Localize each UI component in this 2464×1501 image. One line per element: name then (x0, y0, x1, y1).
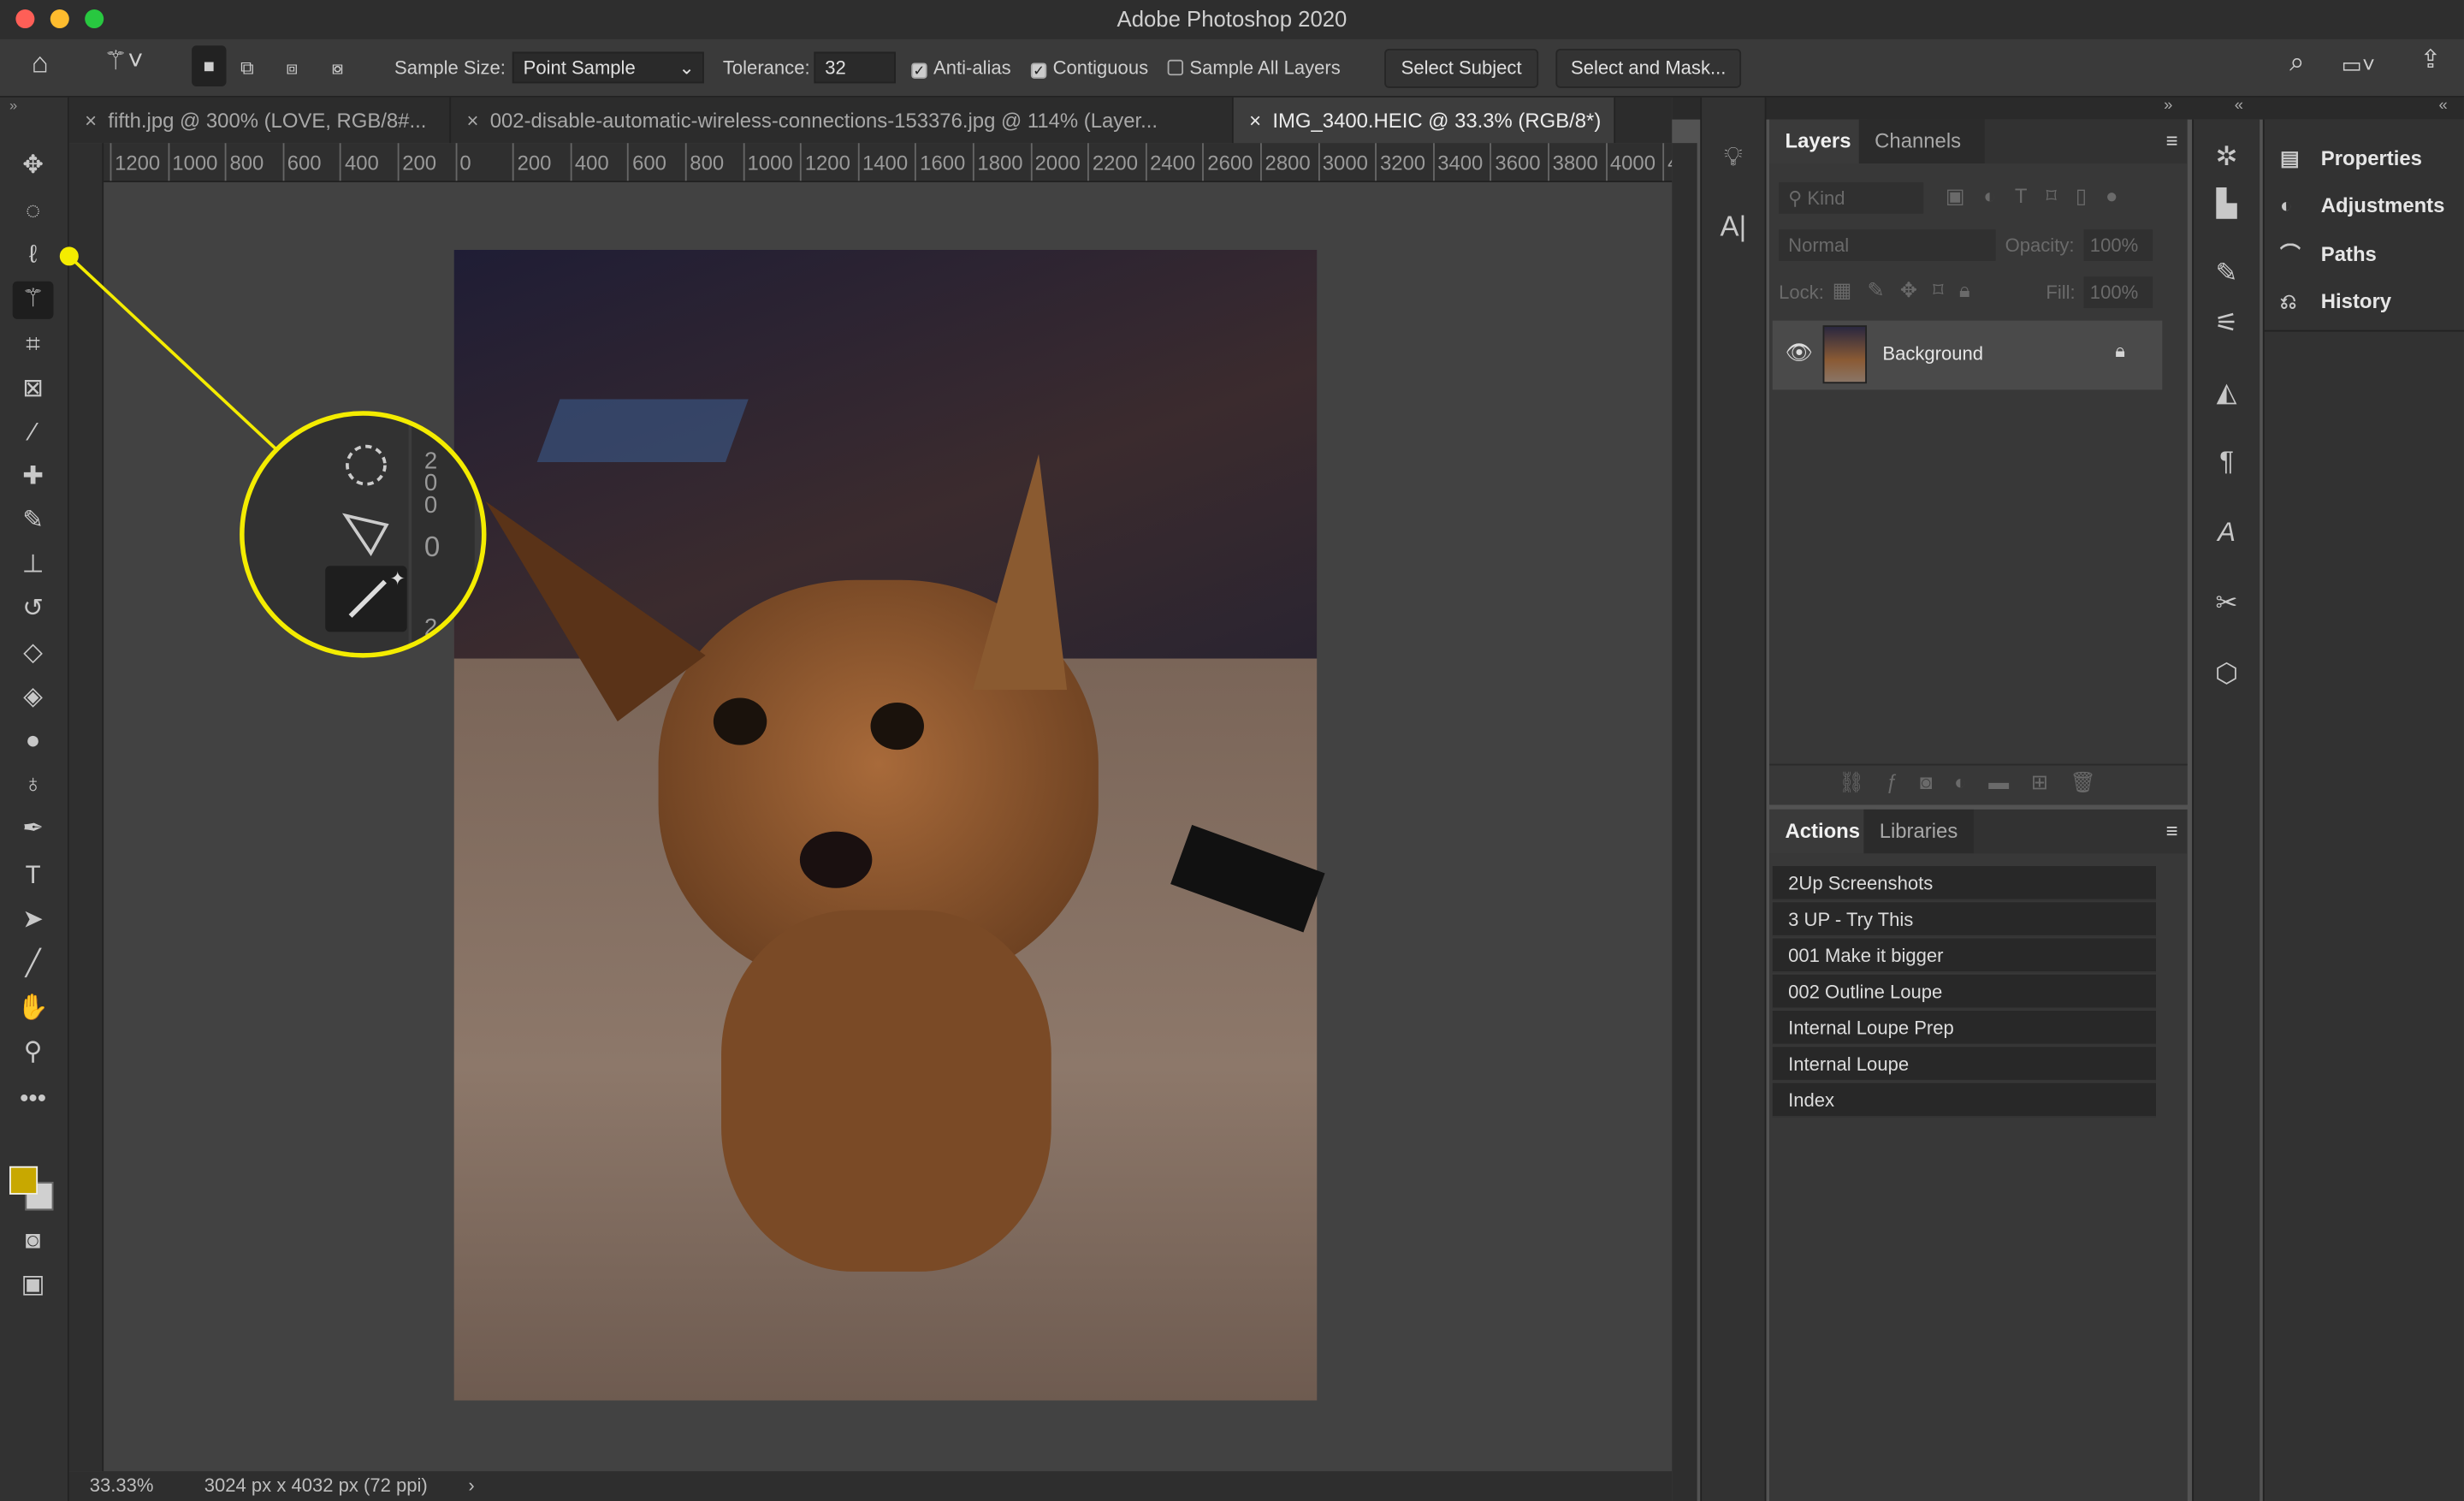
loupe-callout: ✦ 2 0 0 0 2 (59, 246, 487, 658)
svg-text:0: 0 (424, 531, 440, 563)
svg-text:✦: ✦ (390, 567, 406, 589)
callout-dot (59, 246, 79, 266)
photoshop-window: Adobe Photoshop 2020 ⌂ ⚚˅ ■ ⧉ ⧈ ⧇ Sample… (0, 0, 2464, 1501)
svg-text:0: 0 (424, 491, 437, 518)
callout-line (68, 255, 278, 451)
